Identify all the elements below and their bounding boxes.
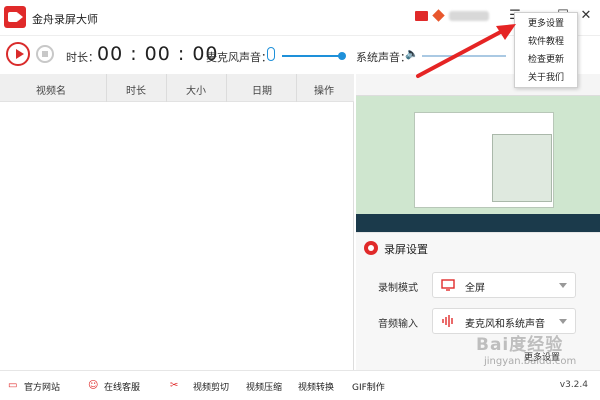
baidu-watermark: Bai度经验 jingyan.baidu.com (450, 328, 598, 372)
watermark-brand: Bai度经验 (476, 335, 564, 355)
watermark-url: jingyan.baidu.com (484, 356, 577, 367)
